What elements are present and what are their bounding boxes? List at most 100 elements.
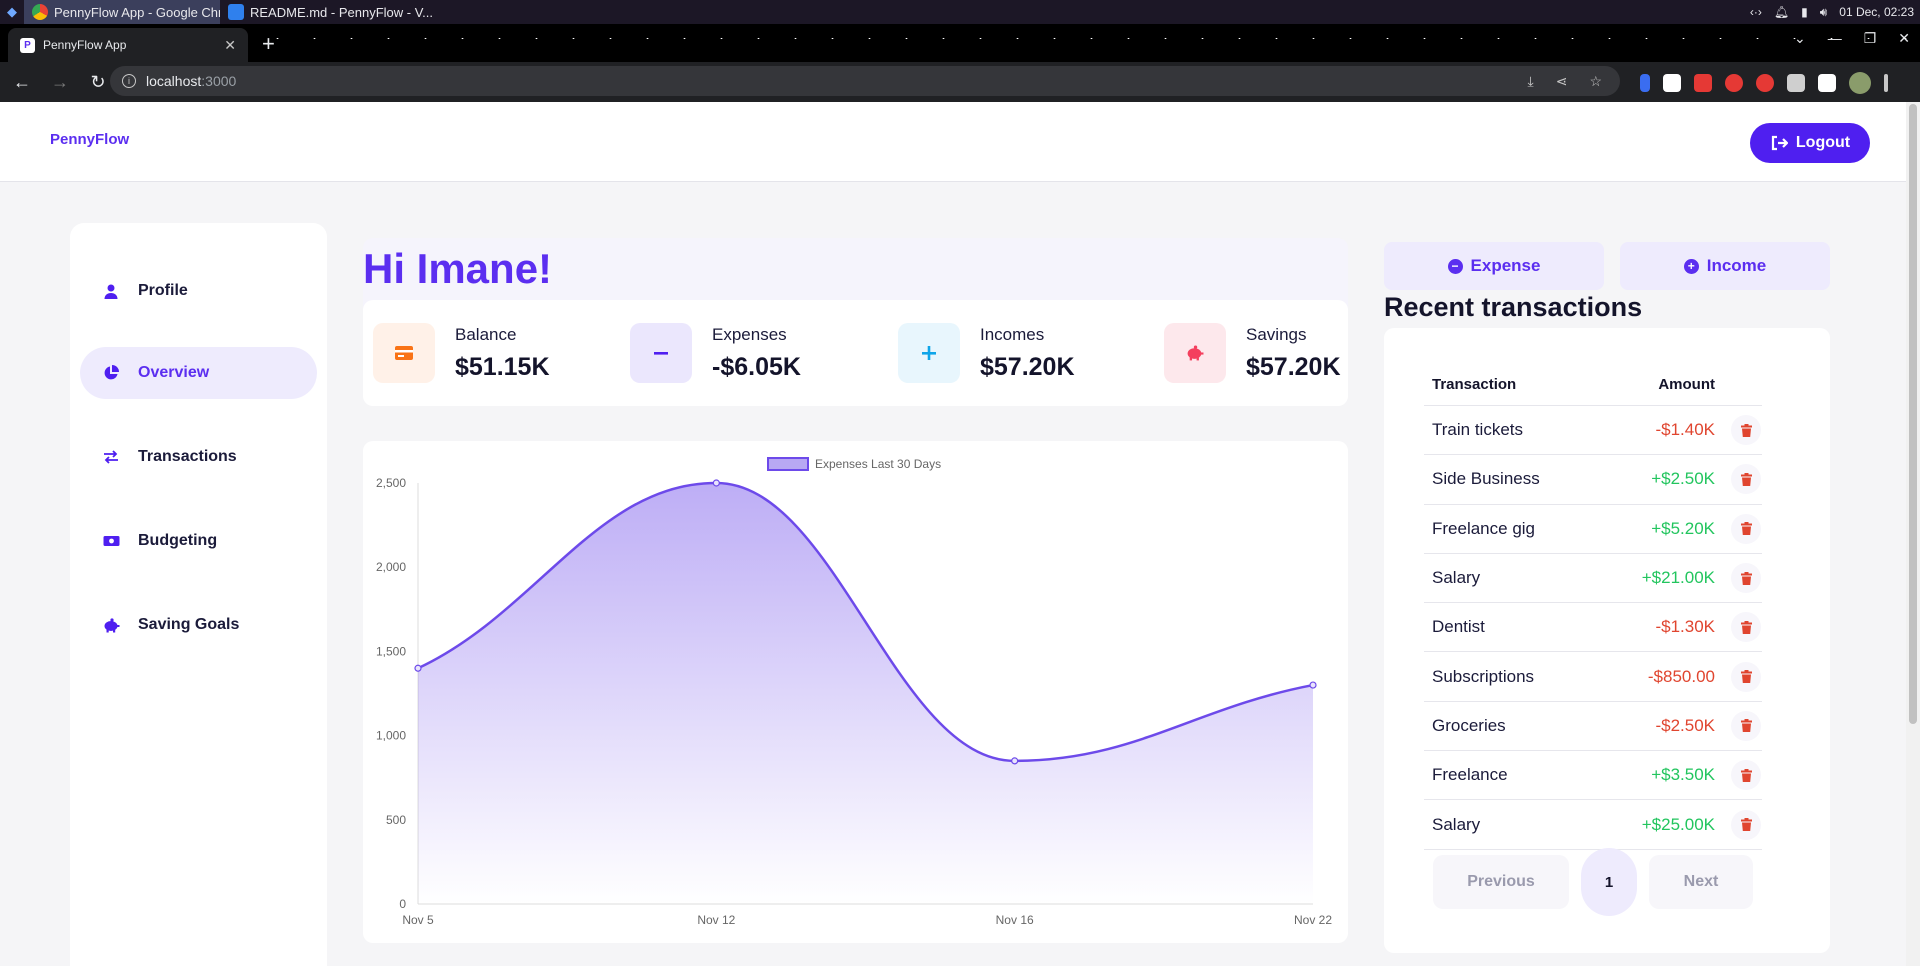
next-page-button[interactable]: Next <box>1649 855 1753 909</box>
transaction-amount: +$2.50K <box>1651 469 1715 489</box>
brand-logo[interactable]: PennyFlow <box>50 131 129 148</box>
transaction-name: Salary <box>1432 814 1481 834</box>
sidebar-item-budgeting[interactable]: Budgeting <box>80 515 317 567</box>
transaction-amount: +$25.00K <box>1641 814 1715 834</box>
table-row: Groceries -$2.50K <box>1424 702 1762 752</box>
x-tick-label: Nov 22 <box>1294 913 1332 927</box>
logout-button[interactable]: Logout <box>1750 123 1870 163</box>
sidebar-item-profile[interactable]: Profile <box>80 265 317 317</box>
browser-toolbar: ← → ↻ i localhost:3000 ⤓ ⋖ ☆ <box>0 62 1920 102</box>
network-icon[interactable]: ‹·› <box>1750 5 1762 19</box>
extension-pen-icon[interactable] <box>1640 74 1650 92</box>
tab-search-icon[interactable]: ⌄ <box>1794 30 1806 47</box>
os-taskbar: ◆ PennyFlow App - Google Chr... README.m… <box>0 0 1920 24</box>
add-income-button[interactable]: + Income <box>1620 242 1830 290</box>
profile-avatar-icon[interactable] <box>1849 72 1871 94</box>
table-row: Train tickets -$1.40K <box>1424 406 1762 456</box>
x-tick-label: Nov 12 <box>697 913 735 927</box>
stat-label: Incomes <box>980 324 1045 344</box>
minimize-icon[interactable]: — <box>1828 30 1842 47</box>
stat-icon-bg <box>898 323 960 383</box>
transaction-amount: -$2.50K <box>1655 715 1715 735</box>
transaction-amount: -$1.40K <box>1655 420 1715 440</box>
install-icon[interactable]: ⤓ <box>1528 73 1534 90</box>
taskbar-item-label: PennyFlow App - Google Chr... <box>54 4 220 20</box>
sidebar-item-saving-goals[interactable]: Saving Goals <box>80 599 317 651</box>
trash-icon <box>1740 818 1752 832</box>
taskbar-item-label: README.md - PennyFlow - V... <box>250 4 434 20</box>
expenses-line-chart[interactable]: Expenses Last 30 Days 0 500 1,000 1,500 2,00… <box>363 441 1348 943</box>
stat-value: $51.15K <box>455 352 550 381</box>
close-tab-icon[interactable]: ✕ <box>224 37 236 54</box>
sidebar-item-transactions[interactable]: Transactions <box>80 431 317 483</box>
site-info-icon[interactable]: i <box>122 74 136 88</box>
transaction-amount: +$5.20K <box>1651 518 1715 538</box>
extension-b-icon[interactable] <box>1663 74 1681 92</box>
delete-transaction-button[interactable] <box>1731 760 1761 791</box>
adblock-icon[interactable] <box>1756 74 1774 92</box>
maximize-icon[interactable]: ❐ <box>1864 30 1877 47</box>
transaction-amount: +$3.50K <box>1651 765 1715 785</box>
stat-value: $57.20K <box>980 352 1075 381</box>
sidebar-item-label: Transactions <box>138 448 237 465</box>
app-header: PennyFlow Logout <box>0 102 1906 182</box>
transaction-amount: -$1.30K <box>1655 617 1715 637</box>
delete-transaction-button[interactable] <box>1731 661 1761 692</box>
transactions-table: Transaction Amount Train tickets -$1.40K S… <box>1424 364 1762 850</box>
chart-legend[interactable]: Expenses Last 30 Days <box>767 457 941 471</box>
taskbar-item-vscode[interactable]: README.md - PennyFlow - V... <box>220 0 441 24</box>
y-tick-label: 2,000 <box>376 560 406 574</box>
taskbar-item-chrome[interactable]: PennyFlow App - Google Chr... <box>24 0 220 24</box>
transaction-name: Dentist <box>1432 617 1485 637</box>
vscode-icon <box>228 4 244 20</box>
browser-menu-icon[interactable] <box>1884 74 1888 92</box>
address-bar[interactable]: i localhost:3000 ⤓ ⋖ ☆ <box>110 66 1620 96</box>
table-header: Transaction Amount <box>1424 364 1762 406</box>
browser-tab[interactable]: P PennyFlow App ✕ <box>8 28 248 62</box>
add-expense-button[interactable]: − Expense <box>1384 242 1604 290</box>
scrollbar-thumb[interactable] <box>1909 104 1917 724</box>
volume-icon[interactable]: 🔊︎ <box>1820 5 1828 20</box>
extensions-puzzle-icon[interactable] <box>1787 74 1805 92</box>
delete-transaction-button[interactable] <box>1731 513 1761 544</box>
previous-page-button[interactable]: Previous <box>1433 855 1569 909</box>
side-panel-icon[interactable] <box>1818 74 1836 92</box>
stat-icon-bg <box>1164 323 1226 383</box>
arrows-exchange-icon <box>102 448 120 466</box>
pagination: Previous 1 Next <box>1433 848 1753 916</box>
stat-label: Expenses <box>712 324 787 344</box>
delete-transaction-button[interactable] <box>1731 563 1761 594</box>
extension-book-icon[interactable] <box>1694 74 1712 92</box>
trash-icon <box>1740 571 1752 585</box>
delete-transaction-button[interactable] <box>1731 612 1761 643</box>
chart-series <box>414 479 1317 904</box>
extension-hand-icon[interactable] <box>1725 74 1743 92</box>
delete-transaction-button[interactable] <box>1731 464 1761 495</box>
bookmark-star-icon[interactable]: ☆ <box>1589 73 1602 90</box>
delete-transaction-button[interactable] <box>1731 710 1761 741</box>
page-scrollbar[interactable] <box>1906 102 1920 966</box>
table-row: Side Business +$2.50K <box>1424 455 1762 505</box>
bell-icon[interactable]: 🔔︎ <box>1774 5 1789 19</box>
delete-transaction-button[interactable] <box>1731 809 1761 840</box>
os-menu-icon[interactable]: ◆ <box>0 0 24 24</box>
logout-icon <box>1771 135 1788 151</box>
battery-icon[interactable]: ▮ <box>1801 5 1808 19</box>
close-window-icon[interactable]: ✕ <box>1898 30 1910 47</box>
sidebar-item-overview[interactable]: Overview <box>80 347 317 399</box>
recent-transactions-title: Recent transactions <box>1384 292 1643 322</box>
trash-icon <box>1740 620 1752 634</box>
stat-balance: Balance $51.15K <box>373 323 550 383</box>
share-icon[interactable]: ⋖ <box>1556 73 1568 90</box>
transaction-name: Salary <box>1432 568 1481 588</box>
forward-icon[interactable]: → <box>44 72 76 93</box>
stat-incomes: Incomes $57.20K <box>898 323 1075 383</box>
page-number-button[interactable]: 1 <box>1581 848 1637 916</box>
new-tab-icon[interactable]: + <box>262 30 275 58</box>
table-row: Freelance +$3.50K <box>1424 751 1762 801</box>
sidebar: Profile Overview Transactions Budgeting … <box>70 223 327 966</box>
transaction-amount: +$21.00K <box>1641 568 1715 588</box>
clock[interactable]: 01 Dec, 02:23 <box>1839 5 1914 19</box>
delete-transaction-button[interactable] <box>1731 415 1761 446</box>
back-icon[interactable]: ← <box>6 72 38 93</box>
